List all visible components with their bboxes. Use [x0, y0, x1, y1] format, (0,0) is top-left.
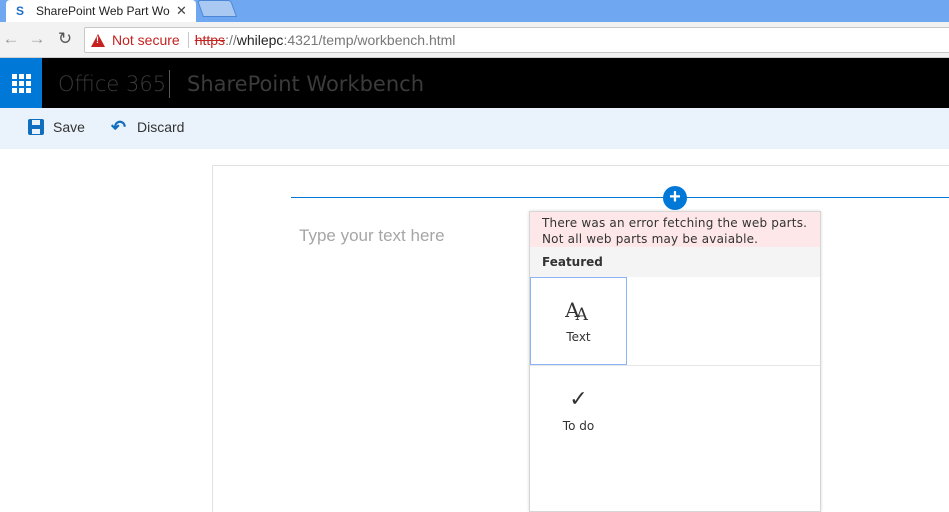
app-title: SharePoint Workbench [187, 72, 425, 96]
tile-row-divider [530, 365, 820, 366]
address-separator [187, 32, 189, 48]
url-scheme-separator: :// [225, 32, 237, 48]
undo-icon: ↶ [111, 117, 127, 137]
suite-divider [169, 70, 170, 98]
add-web-part-button[interactable]: + [663, 186, 687, 210]
tile-label: Text [566, 330, 591, 344]
discard-button[interactable]: ↶ Discard [111, 117, 185, 137]
sharepoint-favicon-icon: S [16, 4, 25, 18]
text-editor-placeholder[interactable]: Type your text here [299, 226, 445, 246]
text-icon: AA [565, 298, 588, 325]
save-label: Save [53, 119, 85, 135]
back-arrow-icon[interactable]: ← [1, 29, 21, 49]
warning-icon [91, 33, 105, 47]
browser-tab[interactable]: S SharePoint Web Part Wo ✕ [6, 0, 196, 22]
suite-bar: Office 365 SharePoint Workbench [0, 58, 949, 108]
browser-toolbar: ← → ↻ Not secure https :// whilepc :4321… [0, 22, 949, 58]
new-tab-button[interactable] [196, 0, 238, 17]
web-part-toolbox: There was an error fetching the web part… [529, 211, 821, 512]
address-bar[interactable]: Not secure https :// whilepc :4321/temp/… [84, 27, 949, 53]
insertion-line [291, 197, 949, 198]
reload-icon[interactable]: ↻ [55, 29, 75, 49]
security-status[interactable]: Not secure [112, 32, 180, 48]
forward-arrow-icon[interactable]: → [27, 29, 47, 49]
office-brand[interactable]: Office 365 [58, 72, 166, 96]
save-button[interactable]: Save [28, 119, 85, 135]
url-host: whilepc [236, 32, 284, 48]
web-part-tile-todo[interactable]: ✓ To do [530, 367, 627, 455]
tab-title: SharePoint Web Part Wo [36, 4, 170, 18]
close-tab-icon[interactable]: ✕ [176, 3, 187, 19]
url-scheme: https [194, 32, 226, 48]
url-path: :4321/temp/workbench.html [283, 32, 456, 48]
tile-label: To do [562, 419, 595, 433]
discard-label: Discard [137, 119, 185, 135]
command-bar: Save ↶ Discard [0, 108, 949, 149]
section-heading: Featured [530, 247, 820, 277]
checkmark-icon: ✓ [569, 387, 588, 412]
web-part-tile-text[interactable]: AA Text [530, 277, 627, 365]
app-launcher-waffle-icon[interactable] [0, 58, 42, 108]
error-message: There was an error fetching the web part… [530, 212, 820, 247]
save-icon [28, 119, 44, 135]
browser-tab-strip: S SharePoint Web Part Wo ✕ [0, 0, 949, 22]
